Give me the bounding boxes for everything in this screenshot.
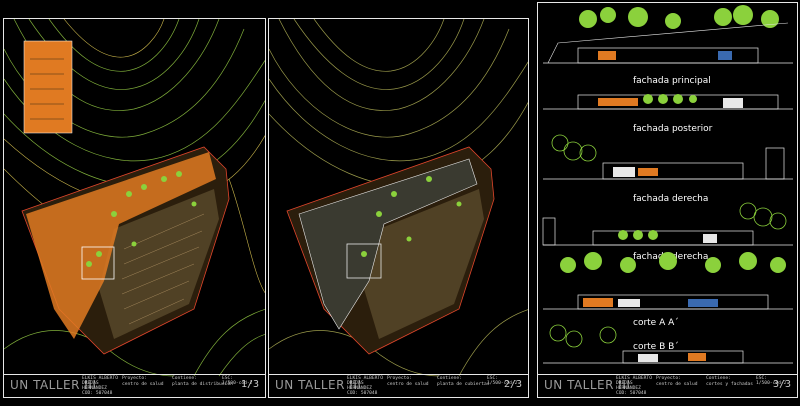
elevations-drawing: fachada principal fachada posterior fach… xyxy=(542,5,793,364)
project-label: Proyecto: xyxy=(656,376,681,381)
plan-drawing xyxy=(4,19,265,377)
label-fachada-principal: fachada principal xyxy=(633,76,711,86)
student-name: ELKIS ALBERTO DREJAS HERNANDEZ COD: 5070… xyxy=(347,376,383,396)
elevation-fachada-derecha-2 xyxy=(542,202,793,246)
label-fachada-derecha-1: fachada derecha xyxy=(633,194,708,204)
project-name: centro de salud xyxy=(122,382,164,387)
content-label: Contiene: xyxy=(172,376,197,381)
elevation-fachada-derecha-1 xyxy=(543,134,793,180)
page-number: 2/3 xyxy=(503,379,522,390)
section-corte-a xyxy=(543,252,793,310)
sheet-distribution-plan: UN TALLER III ELKIS ALBERTO DREJAS HERNA… xyxy=(3,18,266,398)
content-label: Contiene: xyxy=(706,376,731,381)
project-label: Proyecto: xyxy=(122,376,147,381)
trees xyxy=(579,5,779,29)
page-number: 3/3 xyxy=(772,379,791,390)
sheet-elevations: fachada principal fachada posterior fach… xyxy=(537,2,798,398)
title-block: UN TALLER III ELKIS ALBERTO DREJAS HERNA… xyxy=(538,374,797,397)
student-name: ELKIS ALBERTO DREJAS HERNANDEZ COD: 5070… xyxy=(616,376,652,396)
elevation-fachada-principal xyxy=(543,5,793,64)
label-fachada-posterior: fachada posterior xyxy=(633,124,713,134)
label-corte-a: corte A A´ xyxy=(633,317,679,328)
project-name: centro de salud xyxy=(387,382,429,387)
label-corte-b: corte B B´ xyxy=(633,341,679,352)
sheet-roof-plan: UN TALLER III ELKIS ALBERTO DREJAS HERNA… xyxy=(268,18,529,398)
elevation-fachada-posterior xyxy=(543,94,793,110)
project-name: centro de salud xyxy=(656,382,698,387)
student-name: ELKIS ALBERTO DREJAS HERNANDEZ COD: 5070… xyxy=(82,376,118,396)
page-number: 1/3 xyxy=(240,379,259,390)
content-label: Contiene: xyxy=(437,376,462,381)
content-name: planta de cubiertas xyxy=(437,382,490,387)
project-label: Proyecto: xyxy=(387,376,412,381)
roof-drawing xyxy=(269,19,528,377)
title-block: UN TALLER III ELKIS ALBERTO DREJAS HERNA… xyxy=(4,374,265,397)
content-name: cortes y fachadas xyxy=(706,382,754,387)
title-block: UN TALLER III ELKIS ALBERTO DREJAS HERNA… xyxy=(269,374,528,397)
